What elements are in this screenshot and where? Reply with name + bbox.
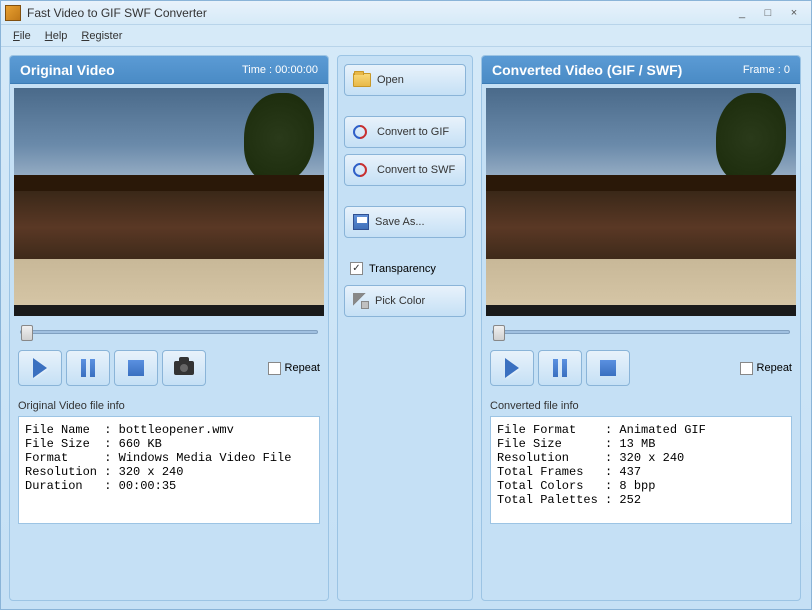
original-panel-title: Original Video: [20, 62, 242, 78]
window-title: Fast Video to GIF SWF Converter: [27, 6, 729, 20]
stop-icon: [600, 360, 616, 376]
original-video-preview: [14, 88, 324, 316]
stop-button[interactable]: [586, 350, 630, 386]
slider-thumb[interactable]: [21, 325, 33, 341]
time-label: Time : 00:00:00: [242, 64, 318, 76]
repeat-control: Repeat: [740, 362, 792, 375]
folder-icon: [353, 73, 371, 87]
convert-icon: [353, 125, 371, 139]
save-as-label: Save As...: [375, 216, 425, 228]
repeat-label: Repeat: [757, 362, 792, 374]
transparency-row: ✓ Transparency: [344, 258, 466, 279]
menubar: File Help Register: [1, 25, 811, 47]
convert-swf-label: Convert to SWF: [377, 164, 455, 176]
pick-color-label: Pick Color: [375, 295, 425, 307]
original-info-box[interactable]: File Name : bottleopener.wmv File Size :…: [18, 416, 320, 524]
convert-gif-button[interactable]: Convert to GIF: [344, 116, 466, 148]
snapshot-button[interactable]: [162, 350, 206, 386]
transparency-checkbox[interactable]: ✓: [350, 262, 363, 275]
main-window: Fast Video to GIF SWF Converter _ □ × Fi…: [0, 0, 812, 610]
converted-controls: Repeat: [482, 344, 800, 392]
save-icon: [353, 214, 369, 230]
repeat-label: Repeat: [285, 362, 320, 374]
close-button[interactable]: ×: [781, 4, 807, 22]
camera-icon: [174, 361, 194, 375]
play-button[interactable]: [490, 350, 534, 386]
convert-gif-label: Convert to GIF: [377, 126, 449, 138]
converted-info-box[interactable]: File Format : Animated GIF File Size : 1…: [490, 416, 792, 524]
converted-video-preview: [486, 88, 796, 316]
pause-button[interactable]: [66, 350, 110, 386]
original-controls: Repeat: [10, 344, 328, 392]
app-icon: [5, 5, 21, 21]
window-controls: _ □ ×: [729, 4, 807, 22]
original-seek-slider[interactable]: [10, 320, 328, 344]
pause-button[interactable]: [538, 350, 582, 386]
convert-swf-button[interactable]: Convert to SWF: [344, 154, 466, 186]
converted-panel-title: Converted Video (GIF / SWF): [492, 62, 743, 78]
transparency-label: Transparency: [369, 263, 436, 275]
action-panel: Open Convert to GIF Convert to SWF Save …: [337, 55, 473, 601]
play-icon: [33, 358, 47, 378]
maximize-button[interactable]: □: [755, 4, 781, 22]
frame-label: Frame : 0: [743, 64, 790, 76]
original-panel-header: Original Video Time : 00:00:00: [10, 56, 328, 84]
pause-icon: [553, 359, 567, 377]
converted-seek-slider[interactable]: [482, 320, 800, 344]
pause-icon: [81, 359, 95, 377]
converted-video-panel: Converted Video (GIF / SWF) Frame : 0 Re…: [481, 55, 801, 601]
pick-color-button[interactable]: Pick Color: [344, 285, 466, 317]
original-video-panel: Original Video Time : 00:00:00 Repeat: [9, 55, 329, 601]
converted-info-label: Converted file info: [482, 392, 800, 414]
repeat-checkbox[interactable]: [268, 362, 281, 375]
stop-icon: [128, 360, 144, 376]
minimize-button[interactable]: _: [729, 4, 755, 22]
save-as-button[interactable]: Save As...: [344, 206, 466, 238]
repeat-checkbox[interactable]: [740, 362, 753, 375]
play-icon: [505, 358, 519, 378]
slider-thumb[interactable]: [493, 325, 505, 341]
stop-button[interactable]: [114, 350, 158, 386]
original-info-label: Original Video file info: [10, 392, 328, 414]
open-button[interactable]: Open: [344, 64, 466, 96]
menu-file[interactable]: File: [7, 28, 37, 44]
convert-icon: [353, 163, 371, 177]
converted-panel-header: Converted Video (GIF / SWF) Frame : 0: [482, 56, 800, 84]
color-picker-icon: [353, 293, 369, 309]
menu-help[interactable]: Help: [39, 28, 74, 44]
titlebar: Fast Video to GIF SWF Converter _ □ ×: [1, 1, 811, 25]
menu-register[interactable]: Register: [75, 28, 128, 44]
open-label: Open: [377, 74, 404, 86]
content-area: Original Video Time : 00:00:00 Repeat: [1, 47, 811, 609]
repeat-control: Repeat: [268, 362, 320, 375]
play-button[interactable]: [18, 350, 62, 386]
